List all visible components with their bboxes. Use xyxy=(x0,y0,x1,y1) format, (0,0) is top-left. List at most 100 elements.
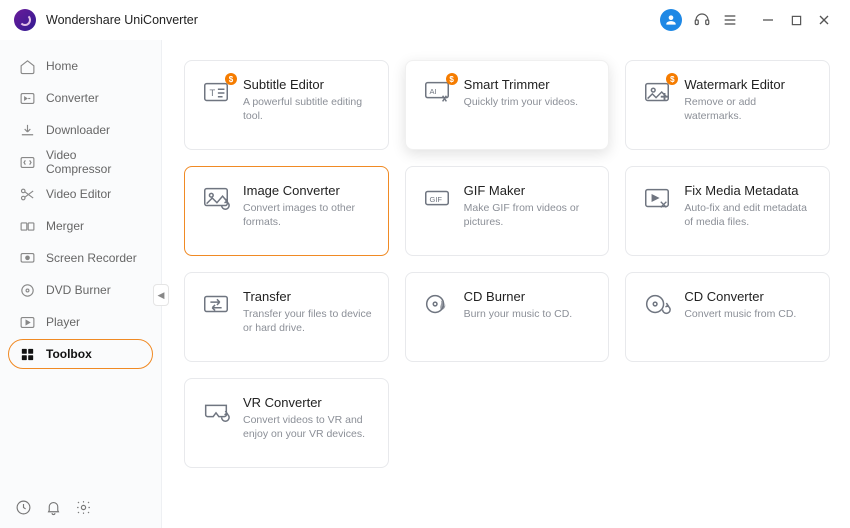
card-title: Smart Trimmer xyxy=(464,77,595,92)
card-metadata[interactable]: Fix Media Metadata Auto-fix and edit met… xyxy=(625,166,830,256)
card-title: CD Converter xyxy=(684,289,815,304)
card-title: Watermark Editor xyxy=(684,77,815,92)
card-title: VR Converter xyxy=(243,395,374,410)
card-desc: Make GIF from videos or pictures. xyxy=(464,201,595,229)
grid-icon xyxy=(19,346,36,363)
nav-item-home[interactable]: Home xyxy=(8,51,153,81)
chevron-left-icon: ◀ xyxy=(158,290,165,301)
card-desc: Auto-fix and edit metadata of media file… xyxy=(684,201,815,229)
account-avatar[interactable] xyxy=(660,9,682,31)
bell-icon xyxy=(45,499,62,516)
nav-label: Player xyxy=(46,315,80,329)
nav-label: Screen Recorder xyxy=(46,251,137,265)
card-smart-trimmer[interactable]: AI $ Smart Trimmer Quickly trim your vid… xyxy=(405,60,610,150)
cd-convert-icon xyxy=(642,289,672,319)
settings-button[interactable] xyxy=(70,494,96,520)
nav-item-converter[interactable]: Converter xyxy=(8,83,153,113)
nav-label: Downloader xyxy=(46,123,110,137)
compress-icon xyxy=(19,154,36,171)
play-icon xyxy=(19,314,36,331)
convert-icon xyxy=(19,90,36,107)
svg-text:T: T xyxy=(209,88,215,98)
support-button[interactable] xyxy=(688,6,716,34)
nav-label: Video Editor xyxy=(46,187,111,201)
card-title: GIF Maker xyxy=(464,183,595,198)
cd-burn-icon xyxy=(422,289,452,319)
download-icon xyxy=(19,122,36,139)
close-button[interactable] xyxy=(810,6,838,34)
nav-item-dvd[interactable]: DVD Burner xyxy=(8,275,153,305)
card-desc: Convert images to other formats. xyxy=(243,201,374,229)
card-image-converter[interactable]: Image Converter Convert images to other … xyxy=(184,166,389,256)
hamburger-icon xyxy=(722,12,738,28)
merge-icon xyxy=(19,218,36,235)
card-watermark[interactable]: $ Watermark Editor Remove or add waterma… xyxy=(625,60,830,150)
nav-item-compressor[interactable]: Video Compressor xyxy=(8,147,153,177)
collapse-sidebar-button[interactable]: ◀ xyxy=(153,284,169,306)
card-title: Transfer xyxy=(243,289,374,304)
nav-label: DVD Burner xyxy=(46,283,111,297)
nav-item-editor[interactable]: Video Editor xyxy=(8,179,153,209)
history-button[interactable] xyxy=(10,494,36,520)
nav-item-toolbox[interactable]: Toolbox xyxy=(8,339,153,369)
nav-label: Video Compressor xyxy=(46,148,142,176)
disc-icon xyxy=(19,282,36,299)
card-cd-burner[interactable]: CD Burner Burn your music to CD. xyxy=(405,272,610,362)
premium-badge: $ xyxy=(666,73,678,85)
image-icon xyxy=(201,183,231,213)
user-icon xyxy=(664,13,678,27)
tools-grid: T $ Subtitle Editor A powerful subtitle … xyxy=(184,60,830,468)
transfer-icon xyxy=(201,289,231,319)
card-desc: Burn your music to CD. xyxy=(464,307,595,321)
card-desc: Transfer your files to device or hard dr… xyxy=(243,307,374,335)
app-title: Wondershare UniConverter xyxy=(46,13,198,27)
metadata-icon xyxy=(642,183,672,213)
main-panel: T $ Subtitle Editor A powerful subtitle … xyxy=(162,40,850,528)
premium-badge: $ xyxy=(225,73,237,85)
nav-label: Merger xyxy=(46,219,84,233)
app-logo xyxy=(14,9,36,31)
vr-icon xyxy=(201,395,231,425)
maximize-button[interactable] xyxy=(782,6,810,34)
svg-text:AI: AI xyxy=(429,87,436,96)
minimize-icon xyxy=(762,14,774,26)
nav-label: Toolbox xyxy=(46,347,92,361)
card-vr-converter[interactable]: VR Converter Convert videos to VR and en… xyxy=(184,378,389,468)
card-desc: Quickly trim your videos. xyxy=(464,95,595,109)
nav-item-player[interactable]: Player xyxy=(8,307,153,337)
nav-item-recorder[interactable]: Screen Recorder xyxy=(8,243,153,273)
notifications-button[interactable] xyxy=(40,494,66,520)
record-icon xyxy=(19,250,36,267)
card-desc: Convert videos to VR and enjoy on your V… xyxy=(243,413,374,441)
card-desc: Convert music from CD. xyxy=(684,307,815,321)
gif-icon: GIF xyxy=(422,183,452,213)
premium-badge: $ xyxy=(446,73,458,85)
card-gif-maker[interactable]: GIF GIF Maker Make GIF from videos or pi… xyxy=(405,166,610,256)
nav-item-merger[interactable]: Merger xyxy=(8,211,153,241)
nav-label: Converter xyxy=(46,91,99,105)
minimize-button[interactable] xyxy=(754,6,782,34)
card-title: Image Converter xyxy=(243,183,374,198)
trimmer-icon: AI $ xyxy=(422,77,452,107)
gear-icon xyxy=(75,499,92,516)
card-desc: Remove or add watermarks. xyxy=(684,95,815,123)
card-subtitle-editor[interactable]: T $ Subtitle Editor A powerful subtitle … xyxy=(184,60,389,150)
clock-icon xyxy=(15,499,32,516)
watermark-icon: $ xyxy=(642,77,672,107)
card-desc: A powerful subtitle editing tool. xyxy=(243,95,374,123)
sidebar: Home Converter Downloader Video Compress… xyxy=(0,40,162,528)
home-icon xyxy=(19,58,36,75)
subtitle-icon: T $ xyxy=(201,77,231,107)
sidebar-bottom xyxy=(0,486,161,528)
card-transfer[interactable]: Transfer Transfer your files to device o… xyxy=(184,272,389,362)
maximize-icon xyxy=(791,15,802,26)
svg-text:GIF: GIF xyxy=(429,195,442,204)
scissors-icon xyxy=(19,186,36,203)
nav-item-downloader[interactable]: Downloader xyxy=(8,115,153,145)
menu-button[interactable] xyxy=(716,6,744,34)
card-cd-converter[interactable]: CD Converter Convert music from CD. xyxy=(625,272,830,362)
card-title: Fix Media Metadata xyxy=(684,183,815,198)
close-icon xyxy=(818,14,830,26)
nav-label: Home xyxy=(46,59,78,73)
titlebar: Wondershare UniConverter xyxy=(0,0,850,40)
